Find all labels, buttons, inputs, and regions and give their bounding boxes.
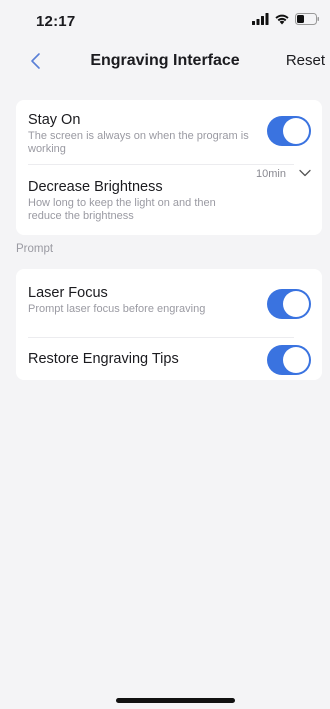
divider bbox=[28, 337, 294, 338]
decrease-brightness-row[interactable]: Decrease Brightness How long to keep the… bbox=[28, 178, 242, 222]
stay-on-description: The screen is always on when the program… bbox=[28, 130, 249, 155]
decrease-brightness-description: How long to keep the light on and then r… bbox=[28, 197, 216, 222]
battery-icon bbox=[295, 13, 319, 25]
back-button[interactable] bbox=[26, 50, 46, 72]
stay-on-row: Stay On The screen is always on when the… bbox=[28, 111, 252, 155]
signal-icon bbox=[252, 13, 269, 25]
page-title: Engraving Interface bbox=[90, 52, 240, 69]
wifi-icon bbox=[275, 14, 289, 25]
prompt-settings-card: Laser Focus Prompt laser focus before en… bbox=[16, 269, 322, 380]
status-time: 12:17 bbox=[36, 13, 76, 30]
laser-focus-description: Prompt laser focus before engraving bbox=[28, 303, 206, 315]
home-indicator bbox=[116, 698, 235, 703]
chevron-left-icon bbox=[31, 53, 40, 69]
laser-focus-row: Laser Focus Prompt laser focus before en… bbox=[28, 284, 252, 316]
status-bar: 12:17 bbox=[0, 0, 330, 44]
divider bbox=[28, 164, 294, 165]
toggle-knob bbox=[283, 118, 309, 144]
restore-tips-toggle[interactable] bbox=[267, 345, 311, 375]
nav-bar: Engraving Interface Reset bbox=[0, 44, 330, 78]
display-settings-card: Stay On The screen is always on when the… bbox=[16, 100, 322, 235]
decrease-brightness-title: Decrease Brightness bbox=[28, 179, 163, 195]
laser-focus-toggle[interactable] bbox=[267, 289, 311, 319]
brightness-dropdown-value[interactable]: 10min bbox=[256, 168, 286, 180]
restore-tips-row: Restore Engraving Tips bbox=[28, 350, 252, 368]
stay-on-title: Stay On bbox=[28, 112, 81, 128]
stay-on-toggle[interactable] bbox=[267, 116, 311, 146]
laser-focus-title: Laser Focus bbox=[28, 285, 108, 301]
toggle-knob bbox=[283, 347, 309, 373]
status-icons bbox=[252, 13, 320, 25]
chevron-down-icon[interactable] bbox=[298, 166, 312, 180]
toggle-knob bbox=[283, 291, 309, 317]
restore-tips-title: Restore Engraving Tips bbox=[28, 351, 179, 367]
reset-button[interactable]: Reset bbox=[286, 52, 325, 69]
section-label-prompt: Prompt bbox=[16, 243, 54, 255]
